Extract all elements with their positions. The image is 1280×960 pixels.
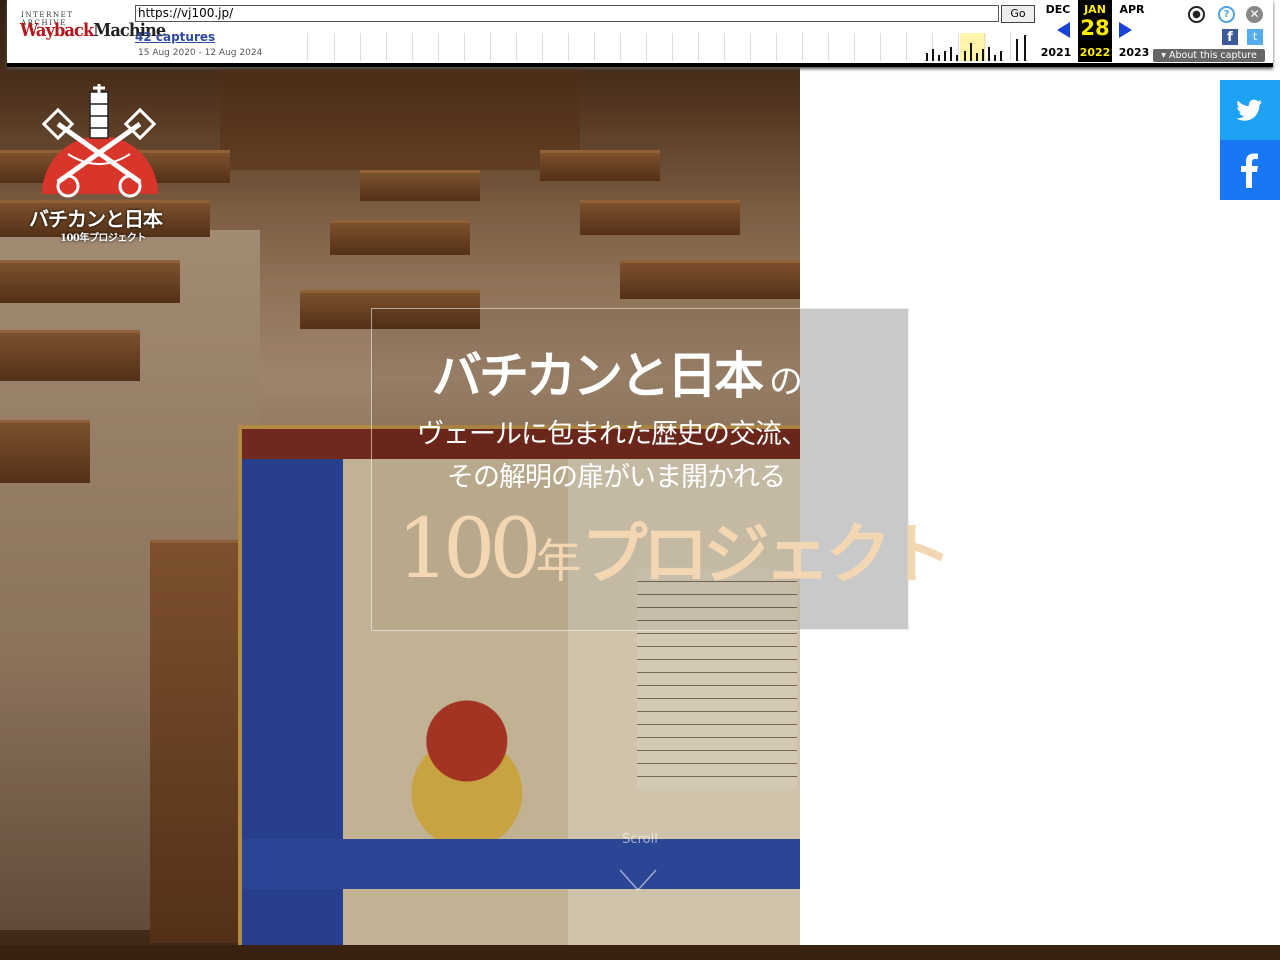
sparkline-bar — [1024, 35, 1026, 61]
sparkline-year-divider — [724, 33, 725, 61]
sparkline-year-divider — [698, 33, 699, 61]
sparkline-year-divider — [854, 33, 855, 61]
facebook-icon — [1241, 153, 1258, 188]
project-title: 100年プロジェクト — [397, 502, 953, 597]
logo-title: バチカンと日本 — [29, 207, 163, 231]
headline-line-3: その解明の扉がいま開かれる — [447, 462, 786, 493]
sparkline-year-divider — [776, 33, 777, 61]
sparkline-bar — [964, 51, 966, 61]
sparkline-bar — [956, 55, 958, 61]
current-year-label: 2022 — [1079, 46, 1111, 59]
footer-bar — [0, 945, 1280, 960]
sparkline-bar — [976, 53, 978, 61]
sparkline-year-divider — [984, 33, 985, 61]
sparkline-bar — [932, 49, 934, 61]
prev-year-label[interactable]: 2021 — [1039, 46, 1073, 59]
next-year-label[interactable]: 2023 — [1117, 46, 1151, 59]
sparkline-bar — [938, 55, 940, 61]
sparkline-bar — [950, 47, 952, 61]
capture-sparkline[interactable] — [307, 33, 1036, 61]
sparkline-year-divider — [490, 33, 491, 61]
sparkline-year-divider — [620, 33, 621, 61]
next-month-label[interactable]: APR — [1115, 3, 1149, 16]
sparkline-bar — [1016, 39, 1018, 61]
current-capture-date: JAN 28 2022 — [1078, 0, 1112, 62]
sparkline-year-divider — [802, 33, 803, 61]
sparkline-year-divider — [880, 33, 881, 61]
scroll-label[interactable]: Scroll — [600, 832, 680, 847]
sparkline-year-divider — [828, 33, 829, 61]
sparkline-bar — [1000, 51, 1002, 61]
sparkline-year-divider — [1010, 33, 1011, 61]
sparkline-bar — [926, 53, 928, 61]
sparkline-year-divider — [516, 33, 517, 61]
sparkline-year-divider — [542, 33, 543, 61]
twitter-icon — [1236, 99, 1262, 121]
close-icon[interactable]: ✕ — [1246, 6, 1263, 23]
facebook-share-button[interactable] — [1220, 140, 1280, 200]
sparkline-year-divider — [594, 33, 595, 61]
sparkline-year-divider — [672, 33, 673, 61]
twitter-share-button[interactable] — [1220, 80, 1280, 140]
wayback-toolbar: INTERNET ARCHIVE WaybackMachine https://… — [7, 0, 1273, 67]
sparkline-year-divider — [646, 33, 647, 61]
sparkline-year-divider — [568, 33, 569, 61]
wayback-facebook-icon[interactable]: f — [1222, 29, 1238, 45]
next-capture-arrow-icon[interactable] — [1119, 22, 1132, 38]
sparkline-bar — [988, 47, 990, 61]
sparkline-year-divider — [750, 33, 751, 61]
capture-date-range: 15 Aug 2020 - 12 Aug 2024 — [138, 48, 263, 58]
user-icon[interactable]: ● — [1188, 6, 1205, 23]
sparkline-bar — [944, 51, 946, 61]
sparkline-year-divider — [412, 33, 413, 61]
logo-subtitle: 100年プロジェクト — [60, 233, 146, 244]
about-capture-button[interactable]: ▾ About this capture — [1153, 49, 1265, 62]
sparkline-year-divider — [958, 33, 959, 61]
sparkline-year-divider — [334, 33, 335, 61]
prev-capture-arrow-icon[interactable] — [1057, 22, 1070, 38]
go-button[interactable]: Go — [1001, 5, 1035, 23]
sparkline-year-divider — [438, 33, 439, 61]
current-month-label: JAN — [1084, 3, 1106, 16]
url-input[interactable]: https://vj100.jp/ — [135, 5, 999, 22]
prev-month-label[interactable]: DEC — [1041, 3, 1075, 16]
sparkline-bar — [970, 43, 972, 61]
headline-line-2: ヴェールに包まれた歴史の交流、 — [417, 419, 808, 450]
current-day-label: 28 — [1080, 16, 1110, 40]
scroll-down-icon[interactable] — [618, 868, 658, 892]
sparkline-year-divider — [360, 33, 361, 61]
sparkline-year-divider — [386, 33, 387, 61]
headline-box: バチカンと日本の ヴェールに包まれた歴史の交流、 その解明の扉がいま開かれる 1… — [371, 308, 953, 631]
sparkline-year-divider — [906, 33, 907, 61]
wayback-logo-word: Wayback — [20, 20, 94, 41]
captures-link[interactable]: 42 captures — [135, 30, 215, 44]
sparkline-bar — [994, 55, 996, 61]
sparkline-year-divider — [464, 33, 465, 61]
headline-main: バチカンと日本の — [432, 346, 803, 405]
sparkline-bar — [982, 49, 984, 61]
wayback-twitter-icon[interactable]: t — [1247, 29, 1263, 45]
help-icon[interactable]: ? — [1218, 6, 1235, 23]
